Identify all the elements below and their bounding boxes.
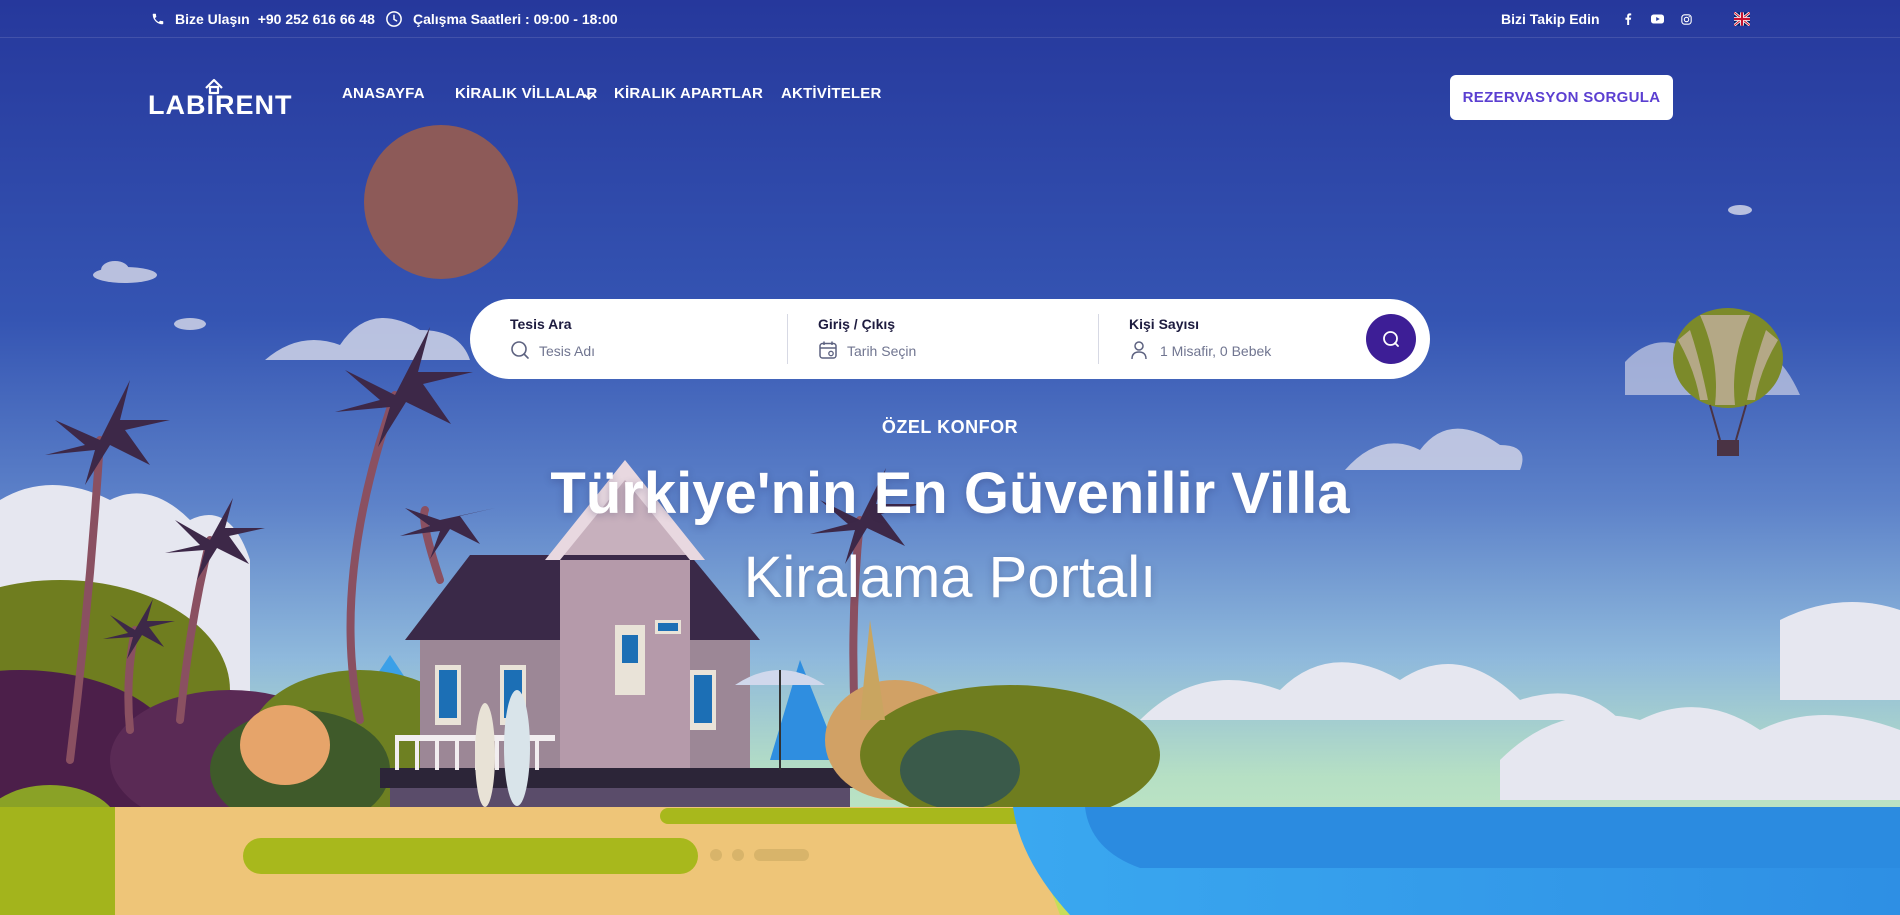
guests-input[interactable]: 1 Misafir, 0 Bebek xyxy=(1160,343,1271,359)
contact-label: Bize Ulaşın xyxy=(175,11,250,27)
hero-title-line-1: Türkiye'nin En Güvenilir Villa xyxy=(550,461,1350,526)
user-icon xyxy=(1129,340,1149,360)
date-picker-label: Giriş / Çıkış xyxy=(818,316,896,332)
search-divider xyxy=(787,314,788,364)
youtube-link[interactable] xyxy=(1651,0,1664,38)
date-picker-field[interactable]: Giriş / Çıkış Tarih Seçin xyxy=(818,299,1078,379)
working-hours-text: Çalışma Saatleri : 09:00 - 18:00 xyxy=(413,11,618,27)
calendar-icon xyxy=(818,340,838,360)
uk-flag-icon xyxy=(1734,12,1750,26)
slider-dot[interactable] xyxy=(710,849,722,861)
guests-label: Kişi Sayısı xyxy=(1129,316,1200,332)
reservation-query-button[interactable]: REZERVASYON SORGULA xyxy=(1450,75,1673,120)
language-switcher[interactable] xyxy=(1734,0,1750,38)
instagram-icon xyxy=(1681,13,1692,25)
facebook-link[interactable] xyxy=(1623,0,1633,38)
search-icon xyxy=(510,340,530,360)
nav-activities[interactable]: AKTİVİTELER xyxy=(781,85,882,102)
search-icon xyxy=(1381,329,1401,349)
facility-search-input[interactable]: Tesis Adı xyxy=(539,343,595,359)
facility-search-field[interactable]: Tesis Ara Tesis Adı xyxy=(510,299,770,379)
date-picker-input[interactable]: Tarih Seçin xyxy=(847,343,916,359)
search-bar: Tesis Ara Tesis Adı Giriş / Çıkış Tarih … xyxy=(470,299,1430,379)
follow-us-label: Bizi Takip Edin xyxy=(1501,11,1600,27)
chevron-down-icon[interactable] xyxy=(583,90,595,102)
top-info-bar: Bize Ulaşın +90 252 616 66 48 Çalışma Sa… xyxy=(0,0,1900,38)
labirent-logo-graphic: LABIRENT xyxy=(148,78,293,120)
facebook-icon xyxy=(1623,13,1633,25)
hero-title-line-2: Kiralama Portalı xyxy=(743,545,1157,610)
slider-dot[interactable] xyxy=(732,849,744,861)
search-button[interactable] xyxy=(1366,314,1416,364)
nav-home[interactable]: ANASAYFA xyxy=(342,85,425,102)
phone-icon xyxy=(151,12,165,26)
youtube-icon xyxy=(1651,14,1664,24)
logo-text: LABIRENT xyxy=(148,90,293,116)
site-logo[interactable]: LABIRENT xyxy=(148,78,294,120)
nav-rental-villas[interactable]: KİRALIK VİLLALAR xyxy=(455,85,597,102)
search-divider xyxy=(1098,314,1099,364)
slider-pagination xyxy=(710,849,809,861)
working-hours: Çalışma Saatleri : 09:00 - 18:00 xyxy=(385,0,618,38)
guests-field[interactable]: Kişi Sayısı 1 Misafir, 0 Bebek xyxy=(1129,299,1349,379)
nav-rental-apartments[interactable]: KİRALIK APARTLAR xyxy=(614,85,763,102)
hero-kicker: ÖZEL KONFOR xyxy=(881,417,1019,437)
instagram-link[interactable] xyxy=(1681,0,1692,38)
phone-number[interactable]: +90 252 616 66 48 xyxy=(258,11,375,27)
slider-dot-active[interactable] xyxy=(754,849,809,861)
facility-search-label: Tesis Ara xyxy=(510,316,572,332)
hero-title: Türkiye'nin En Güvenilir Villa Kiralama … xyxy=(0,452,1900,620)
contact-info[interactable]: Bize Ulaşın +90 252 616 66 48 xyxy=(151,0,375,38)
beach-ground-illustration xyxy=(0,807,1900,915)
sun-illustration xyxy=(364,125,518,279)
clock-icon xyxy=(385,10,403,28)
